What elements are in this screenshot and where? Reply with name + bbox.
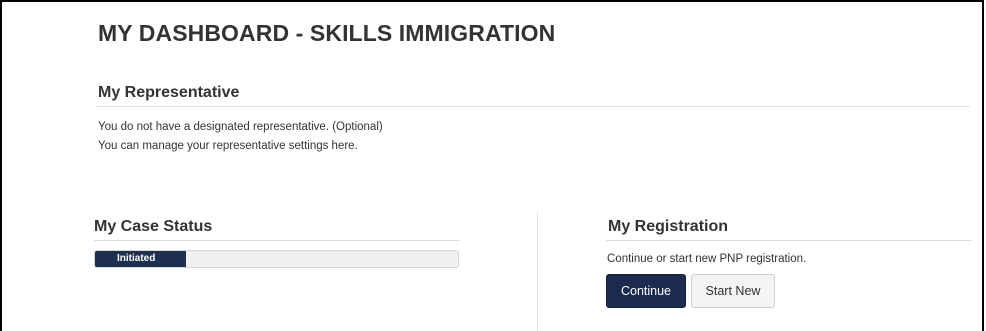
registration-divider (606, 240, 972, 241)
page-title: MY DASHBOARD - SKILLS IMMIGRATION (98, 20, 556, 46)
representative-settings-link[interactable]: You can manage your representative setti… (98, 140, 358, 152)
representative-divider (96, 106, 970, 107)
start-new-button[interactable]: Start New (691, 274, 775, 308)
representative-status-text: You do not have a designated representat… (98, 121, 383, 133)
representative-heading: My Representative (98, 84, 240, 101)
case-status-heading: My Case Status (94, 218, 213, 235)
continue-button[interactable]: Continue (606, 274, 686, 308)
registration-heading: My Registration (608, 218, 729, 235)
case-status-divider (94, 240, 460, 241)
case-status-progress-bar: Initiated (94, 250, 459, 268)
representative-settings-text: You can manage your representative setti… (98, 140, 358, 152)
registration-description: Continue or start new PNP registration. (607, 253, 807, 265)
page-frame (0, 0, 984, 331)
column-divider (537, 212, 538, 331)
case-status-progress-fill: Initiated (95, 251, 186, 267)
